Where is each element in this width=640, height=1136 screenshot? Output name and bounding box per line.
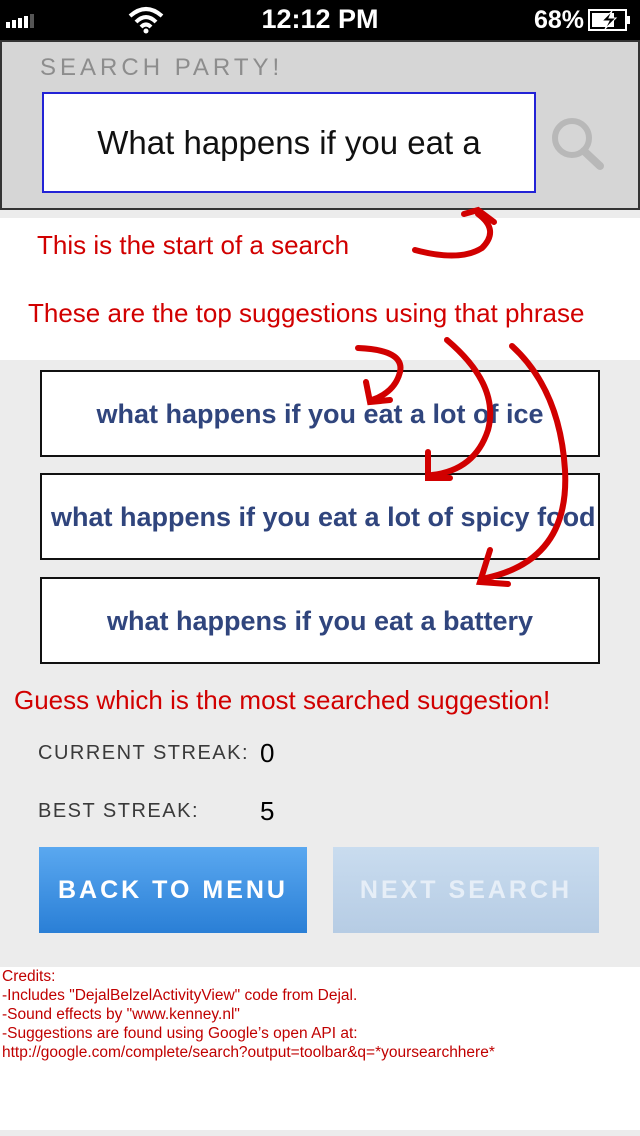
annotation-start-text: This is the start of a search bbox=[37, 230, 350, 260]
suggestion-button-1[interactable]: what happens if you eat a lot of ice bbox=[40, 370, 600, 457]
search-icon[interactable] bbox=[548, 116, 606, 172]
best-streak-label: BEST STREAK: bbox=[38, 800, 200, 822]
credits-line: http://google.com/complete/search?output… bbox=[2, 1044, 495, 1061]
annotation-suggestions: These are the top suggestions using that… bbox=[0, 270, 640, 360]
suggestion-label: what happens if you eat a lot of spicy f… bbox=[51, 501, 596, 532]
annotation-suggestions-text: These are the top suggestions using that… bbox=[28, 298, 585, 328]
back-to-menu-button[interactable]: BACK TO MENU bbox=[39, 847, 307, 933]
search-phrase-text: What happens if you eat a bbox=[97, 123, 481, 161]
app-title: SEARCH PARTY! bbox=[40, 54, 284, 81]
search-header: SEARCH PARTY! What happens if you eat a bbox=[0, 40, 640, 210]
current-streak-label: CURRENT STREAK: bbox=[38, 742, 250, 764]
battery-percent: 68% bbox=[533, 6, 584, 34]
guess-instruction: Guess which is the most searched suggest… bbox=[14, 685, 551, 715]
search-phrase-field: What happens if you eat a bbox=[42, 92, 536, 193]
suggestion-button-2[interactable]: what happens if you eat a lot of spicy f… bbox=[40, 473, 600, 560]
next-search-button[interactable]: NEXT SEARCH bbox=[333, 847, 599, 933]
credits-line: -Sound effects by "www.kenney.nl" bbox=[2, 1006, 240, 1023]
suggestion-label: what happens if you eat a battery bbox=[106, 605, 534, 636]
credits-line: Credits: bbox=[2, 968, 56, 985]
credits-panel: Credits: -Includes "DejalBelzelActivityV… bbox=[0, 967, 640, 1130]
suggestion-button-3[interactable]: what happens if you eat a battery bbox=[40, 577, 600, 664]
current-streak-value: 0 bbox=[260, 738, 275, 768]
suggestion-label: what happens if you eat a lot of ice bbox=[96, 398, 544, 429]
battery-charging-icon bbox=[588, 9, 630, 31]
credits-line: -Includes "DejalBelzelActivityView" code… bbox=[2, 987, 358, 1004]
credits-line: -Suggestions are found using Google’s op… bbox=[2, 1025, 358, 1042]
best-streak-value: 5 bbox=[260, 796, 275, 826]
annotation-start-search: This is the start of a search bbox=[0, 218, 640, 270]
status-bar: 12:12 PM 68% bbox=[0, 0, 640, 40]
